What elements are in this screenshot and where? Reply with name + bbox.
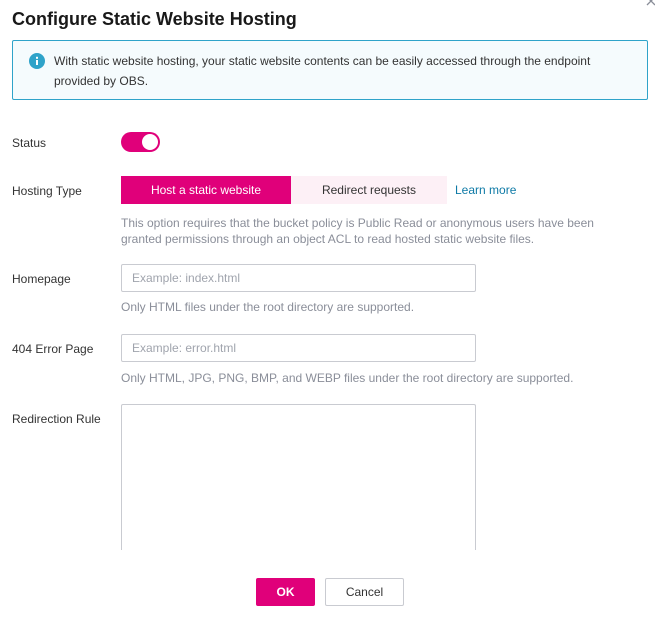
status-toggle[interactable] [121, 132, 160, 152]
redirection-rule-textarea[interactable] [121, 404, 476, 550]
info-icon [29, 53, 45, 69]
toggle-knob [142, 134, 158, 150]
error-page-help: Only HTML, JPG, PNG, BMP, and WEBP files… [121, 371, 574, 385]
info-text: With static website hosting, your static… [54, 54, 591, 88]
redirection-rule-label: Redirection Rule [12, 412, 101, 426]
cancel-button[interactable]: Cancel [325, 578, 404, 606]
homepage-input[interactable] [121, 264, 476, 292]
configure-static-website-dialog: Configure Static Website Hosting With st… [0, 0, 655, 617]
option-redirect-requests[interactable]: Redirect requests [291, 176, 447, 204]
hosting-type-help: This option requires that the bucket pol… [121, 216, 594, 246]
error-page-label: 404 Error Page [12, 342, 94, 356]
info-banner: With static website hosting, your static… [12, 40, 648, 100]
hosting-type-label: Hosting Type [12, 184, 82, 198]
error-page-input[interactable] [121, 334, 476, 362]
status-label: Status [12, 136, 47, 150]
homepage-help: Only HTML files under the root directory… [121, 300, 415, 314]
option-host-static-website[interactable]: Host a static website [121, 176, 291, 204]
learn-more-link[interactable]: Learn more [455, 182, 516, 198]
ok-button[interactable]: OK [256, 578, 315, 606]
close-icon[interactable] [644, 0, 655, 8]
dialog-title: Configure Static Website Hosting [12, 9, 297, 29]
homepage-label: Homepage [12, 272, 71, 286]
